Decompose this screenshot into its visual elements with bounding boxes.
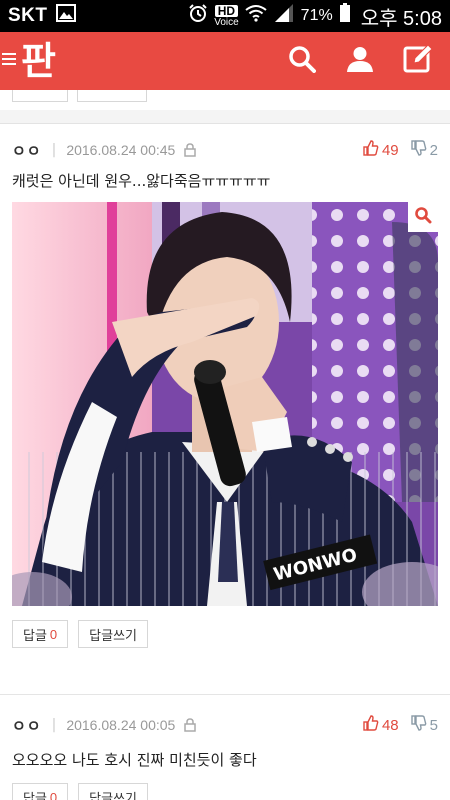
- like-count: 49: [381, 141, 399, 159]
- dislike-count: 2: [429, 141, 438, 159]
- comment-photo[interactable]: WONWO: [12, 202, 438, 606]
- thumbs-up-icon: [363, 140, 379, 160]
- comment-actions: 답글 0 답글쓰기: [12, 620, 438, 648]
- comment-author: ㅇㅇ: [12, 716, 42, 735]
- gallery-notification-icon: [55, 4, 76, 28]
- write-reply-button[interactable]: 답글쓰기: [78, 620, 148, 648]
- hd-voice-indicator: HD Voice: [214, 4, 239, 28]
- comment-item: ㅇㅇ | 2016.08.24 00:05 48 5 오오오오 나도 호시 진짜…: [0, 703, 450, 800]
- thumbs-up-icon: [363, 715, 379, 735]
- write-reply-button[interactable]: 답글쓰기: [78, 783, 148, 800]
- hd-label: HD: [214, 4, 239, 17]
- comment-votes: 48 5: [363, 715, 438, 735]
- comment-text: 캐럿은 아닌데 원우...앓다죽음ㅠㅠㅠㅠㅠ: [12, 172, 271, 190]
- home-logo-button[interactable]: 판: [0, 39, 56, 83]
- report-icon[interactable]: [183, 143, 197, 157]
- menu-icon[interactable]: [2, 51, 20, 71]
- meta-separator: |: [51, 717, 57, 733]
- comment-text: 오오오오 나도 호시 진짜 미친듯이 좋다: [12, 751, 257, 769]
- section-divider: [0, 110, 450, 124]
- search-icon: [288, 45, 316, 77]
- like-button[interactable]: 48: [363, 715, 399, 735]
- reply-count: 0: [49, 626, 58, 642]
- profile-icon: [346, 45, 374, 77]
- meta-separator: |: [51, 142, 57, 158]
- voice-label: Voice: [214, 16, 239, 28]
- write-icon: [403, 44, 433, 78]
- reply-label: 답글: [23, 628, 47, 644]
- previous-reply-button[interactable]: [12, 90, 68, 102]
- like-count: 48: [381, 716, 399, 734]
- reply-count-button[interactable]: 답글 0: [12, 620, 69, 648]
- photo-zoom-button[interactable]: [408, 202, 438, 232]
- signal-icon: [273, 3, 295, 29]
- previous-comment-buttons: [0, 90, 450, 110]
- reply-count: 0: [49, 789, 58, 800]
- clock-time: 오후 5:08: [360, 7, 442, 30]
- previous-write-reply-button[interactable]: [77, 90, 147, 102]
- thumbs-down-icon: [410, 140, 427, 160]
- write-button[interactable]: [402, 44, 434, 78]
- comment-author: ㅇㅇ: [12, 141, 42, 160]
- performer-photo-illustration: WONWO: [12, 202, 438, 606]
- battery-icon: [339, 3, 351, 29]
- comment-item: ㅇㅇ | 2016.08.24 00:45 49 2 캐럿은 아닌데 원우...…: [0, 128, 450, 694]
- comment-date: 2016.08.24 00:45: [66, 142, 176, 158]
- reply-count-button[interactable]: 답글 0: [12, 783, 69, 800]
- comment-date: 2016.08.24 00:05: [66, 717, 176, 733]
- dislike-button[interactable]: 2: [410, 140, 438, 160]
- status-bar: SKT HD Voice 71% 오후 5:08: [0, 0, 450, 32]
- pann-logo: 판: [21, 39, 56, 83]
- comment-list: ㅇㅇ | 2016.08.24 00:45 49 2 캐럿은 아닌데 원우...…: [0, 90, 450, 800]
- zoom-search-icon: [414, 206, 432, 228]
- like-button[interactable]: 49: [363, 140, 399, 160]
- battery-percentage: 71%: [300, 7, 333, 24]
- report-icon[interactable]: [183, 718, 197, 732]
- dislike-count: 5: [429, 716, 438, 734]
- search-button[interactable]: [286, 45, 318, 77]
- comment-meta: ㅇㅇ | 2016.08.24 00:45 49 2: [12, 128, 438, 172]
- carrier-label: SKT: [8, 5, 48, 26]
- thumbs-down-icon: [410, 715, 427, 735]
- dislike-button[interactable]: 5: [410, 715, 438, 735]
- comment-votes: 49 2: [363, 140, 438, 160]
- reply-label: 답글: [23, 791, 47, 800]
- wifi-icon: [245, 4, 267, 28]
- alarm-icon: [188, 3, 208, 29]
- comment-actions: 답글 0 답글쓰기: [12, 783, 438, 800]
- app-header: 판: [0, 32, 450, 90]
- profile-button[interactable]: [344, 45, 376, 77]
- comment-divider: [0, 694, 450, 695]
- comment-meta: ㅇㅇ | 2016.08.24 00:05 48 5: [12, 703, 438, 747]
